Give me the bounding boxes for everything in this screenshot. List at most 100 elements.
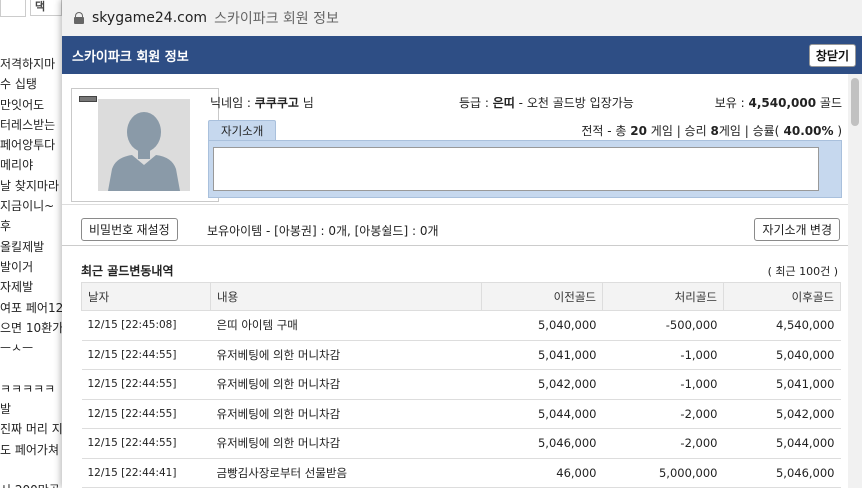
window-title: 스카이파크 회원 정보 [214,11,339,27]
col-prev-gold: 이전골드 [481,282,603,311]
table-row: 12/15 [22:44:55] 유저베팅에 의한 머니차감 5,044,000 -2… [81,399,841,429]
cell-date: 12/15 [22:44:55] [81,340,211,370]
col-processed-gold: 처리골드 [602,282,724,311]
member-info-popup: skygame24.com 스카이파크 회원 정보 스카이파크 회원 정보 창닫… [62,0,862,488]
cell-content: 유저베팅에 의한 머니차감 [210,340,482,370]
background-post-title[interactable]: 날 찾지마라 [0,176,62,196]
table-row: 12/15 [22:44:55] 유저베팅에 의한 머니차감 5,041,000 -1… [81,340,841,370]
background-post-title[interactable]: 도 페어가쳐 [0,440,62,460]
history-table: 날자 내용 이전골드 처리골드 이후골드 12/15 [22:45:08] 은띠 … [81,282,841,488]
cell-after-gold: 5,040,000 [723,340,841,370]
address-bar[interactable]: skygame24.com 스카이파크 회원 정보 [62,0,862,36]
background-post-title[interactable]: 지금이니~ [0,196,62,216]
scrollbar[interactable] [848,74,862,488]
grade-description: - 오천 골드방 입장가능 [514,96,634,110]
cell-after-gold: 5,042,000 [723,399,841,429]
table-row: 12/15 [22:44:55] 유저베팅에 의한 머니차감 5,042,000 -1… [81,369,841,400]
background-post-title[interactable]: 발이거 [0,257,62,277]
intro-textarea[interactable] [213,147,819,191]
cell-prev-gold: 5,046,000 [481,428,603,459]
background-page: 댁 저격하지마 수 십탱 만잇어도 터레스받는 페어앙투다 메리야 날 찾지마라 지금이니~ 후… [0,0,62,488]
cell-after-gold: 5,041,000 [723,369,841,400]
cell-prev-gold: 5,042,000 [481,369,603,400]
cell-content: 유저베팅에 의한 머니차감 [210,428,482,459]
cell-after-gold: 4,540,000 [723,310,841,341]
lock-icon [74,12,84,24]
background-post-title[interactable]: 여포 페어12 [0,298,62,318]
grade-badge-icon [79,96,97,102]
background-post-title[interactable] [0,460,62,480]
nickname-value: 쿠쿠쿠고 [254,96,299,110]
background-post-title[interactable]: 자제발 [0,277,62,297]
cell-prev-gold: 5,040,000 [481,310,603,341]
history-title: 최근 골드변동내역 [81,264,174,278]
cell-processed-gold: -2,000 [602,399,724,429]
background-post-list: 저격하지마 수 십탱 만잇어도 터레스받는 페어앙투다 메리야 날 찾지마라 지금이니~ 후 올킬… [0,54,62,488]
cell-after-gold: 5,046,000 [723,458,841,488]
background-post-title[interactable]: 진짜 머리 지 [0,419,62,439]
cell-content: 유저베팅에 의한 머니차감 [210,369,482,400]
background-post-title[interactable]: 메리야 [0,155,62,175]
user-silhouette-icon [98,99,190,191]
background-post-title[interactable]: ㅋㅋㅋㅋㅋ [0,379,62,399]
game-record: 전적 - 총 20 게임 | 승리 8게임 | 승률( 40.00% ) [581,122,842,139]
record-rate: 40.00% [779,124,834,138]
url-domain: skygame24.com [92,10,208,26]
close-button[interactable]: 창닫기 [808,43,856,67]
intro-box [208,140,842,198]
gold-history-section: 최근 골드변동내역 ( 최근 100건 ) 날자 내용 이전골드 처리골드 이후… [62,246,848,488]
cell-processed-gold: -2,000 [602,428,724,459]
table-row: 12/15 [22:44:55] 유저베팅에 의한 머니차감 5,046,000 -2… [81,428,841,459]
record-wins-unit: 게임 | 승률( [718,124,780,138]
grade-value: 은띠 [492,96,515,110]
popup-title: 스카이파크 회원 정보 [72,49,189,65]
change-intro-button[interactable]: 자기소개 변경 [754,218,840,241]
tab-intro[interactable]: 자기소개 [208,120,277,141]
holding-value: 4,540,000 [748,96,817,110]
avatar [98,99,190,191]
background-post-title[interactable]: 올킬제발 [0,237,62,257]
background-post-title[interactable]: 후 [0,216,62,236]
background-post-title[interactable]: 수 십탱 [0,74,62,94]
background-post-title[interactable]: 터레스받는 [0,115,62,135]
background-post-title[interactable]: 발 [0,399,62,419]
scroll-thumb[interactable] [851,78,859,126]
reset-password-button[interactable]: 비밀번호 재설정 [81,218,178,241]
cell-after-gold: 5,044,000 [723,428,841,459]
cell-prev-gold: 46,000 [481,458,603,488]
background-post-title[interactable]: 만잇어도 [0,95,62,115]
cell-prev-gold: 5,041,000 [481,340,603,370]
cell-content: 금빵김사장로부터 선물받음 [210,458,482,488]
background-post-title[interactable]: 페어앙투다 [0,135,62,155]
nickname-suffix: 님 [298,96,314,110]
table-header-row: 날자 내용 이전골드 처리골드 이후골드 [81,282,841,311]
nickname-label: 닉네임 : [210,96,255,110]
col-content: 내용 [210,282,482,311]
cell-date: 12/15 [22:44:41] [81,458,211,488]
cell-processed-gold: -500,000 [602,310,724,341]
holding-unit: 골드 [816,96,842,110]
col-after-gold: 이후골드 [723,282,841,311]
grade-label: 등급 : [459,96,493,110]
record-games: 게임 | 승리 [646,124,711,138]
record-total: 20 [630,124,647,138]
cell-date: 12/15 [22:44:55] [81,428,211,459]
table-row: 12/15 [22:44:41] 금빵김사장로부터 선물받음 46,000 5,000… [81,458,841,488]
background-post-title[interactable]: 저격하지마 [0,54,62,74]
background-box [0,0,26,17]
history-count: ( 최근 100건 ) [767,265,838,278]
cell-processed-gold: 5,000,000 [602,458,724,488]
cell-processed-gold: -1,000 [602,369,724,400]
background-post-title[interactable]: 시 200만골 [0,480,62,488]
background-post-title[interactable] [0,358,62,378]
col-date: 날자 [81,282,211,311]
background-post-title[interactable]: ㅡㅅㅡ [0,338,62,358]
profile-info-row: 닉네임 : 쿠쿠쿠고 님 등급 : 은띠 - 오천 골드방 입장가능 보유 : … [210,94,842,112]
action-bar: 비밀번호 재설정 보유아이템 - [아봉권] : 0개, [아봉쉴드] : 0개… [62,205,848,246]
cell-date: 12/15 [22:44:55] [81,399,211,429]
record-wins: 8 [710,124,719,138]
cell-prev-gold: 5,044,000 [481,399,603,429]
background-tab[interactable]: 댁 [30,0,62,16]
background-topbar: 댁 [0,0,62,18]
background-post-title[interactable]: 으면 10환가 [0,318,62,338]
